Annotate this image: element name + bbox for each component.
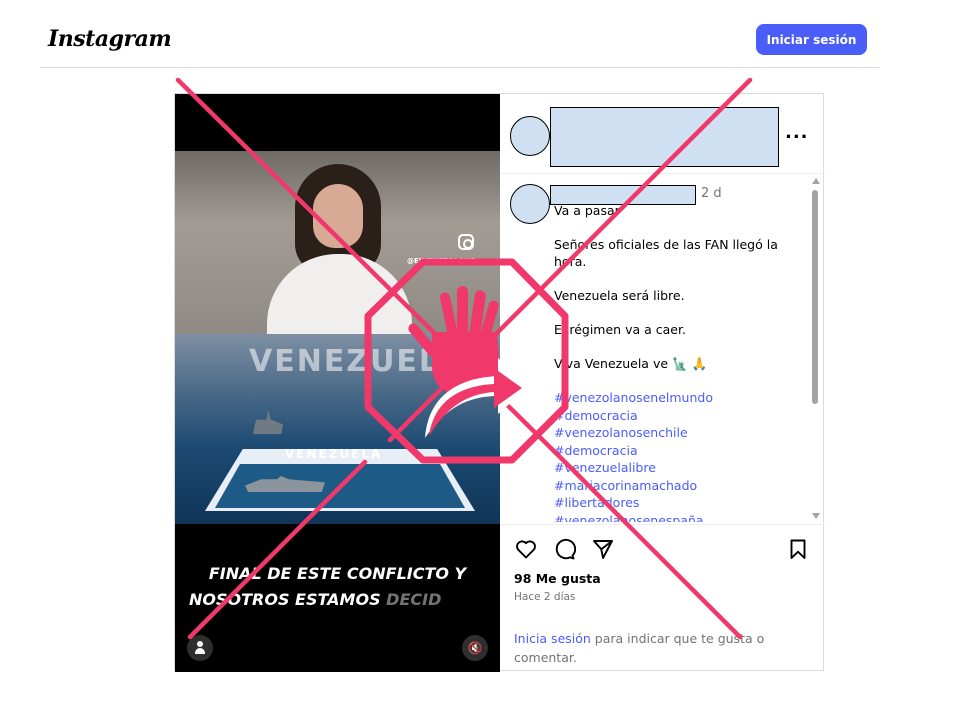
mute-icon[interactable]: 🔇 xyxy=(462,635,488,661)
caption-gap xyxy=(554,338,804,355)
instagram-icon xyxy=(458,234,474,250)
hashtag-link[interactable]: #venezuelalibre xyxy=(554,459,804,477)
hashtag-link[interactable]: #venezolanosenchile xyxy=(554,424,804,442)
hashtag-link[interactable]: #venezolanosenespaña xyxy=(554,512,804,523)
post-header: ... xyxy=(500,94,825,174)
hashtag-link[interactable]: #democracia xyxy=(554,407,804,425)
caption-line: Viva Venezuela ve 🗽 🙏 xyxy=(554,356,708,371)
user-icon[interactable] xyxy=(187,635,213,661)
hashtag-link[interactable]: #libertadores xyxy=(554,494,804,512)
post-caption: Va a pasar Señores oficiales de las FAN … xyxy=(554,202,804,522)
comment-time: 2 d xyxy=(701,186,722,201)
top-bar: Instagram Iniciar sesión xyxy=(40,0,880,68)
comment-avatar[interactable] xyxy=(510,184,550,224)
caption-gap xyxy=(554,219,804,236)
post-card: @ELVENEZOLANO VENEZUELA VENEZUELA FINAL … xyxy=(174,93,825,672)
hashtag-link[interactable]: #mariacorinamachado xyxy=(554,477,804,495)
hashtag-link[interactable]: #venezolanosenelmundo xyxy=(554,389,804,407)
video-caption-line2: NOSOTROS ESTAMOS DECID xyxy=(189,590,489,609)
map-board-title: VENEZUELA xyxy=(285,447,383,461)
caption-gap xyxy=(554,304,804,321)
caption-line: El régimen va a caer. xyxy=(554,322,686,337)
post-side-panel: ... 2 d Va a pasar Señores oficiales de … xyxy=(500,94,825,672)
login-link[interactable]: Inicia sesión xyxy=(514,631,591,646)
share-icon[interactable] xyxy=(591,537,615,561)
hashtag-link[interactable]: #democracia xyxy=(554,442,804,460)
video-sea-title: VENEZUELA xyxy=(249,344,466,379)
caption-line: Va a pasar xyxy=(554,203,620,218)
caption-gap xyxy=(554,372,804,389)
bookmark-icon[interactable] xyxy=(786,537,810,561)
caption-line: Venezuela será libre. xyxy=(554,288,685,303)
page: Instagram Iniciar sesión @ELVENEZOLANO V… xyxy=(0,0,960,720)
video-caption-line1: FINAL DE ESTE CONFLICTO Y xyxy=(208,564,467,583)
more-options-button[interactable]: ... xyxy=(785,122,809,143)
scroll-thumb[interactable] xyxy=(812,190,818,404)
like-count[interactable]: 98 Me gusta xyxy=(514,571,601,586)
post-actions: 98 Me gusta Hace 2 días Inicia sesión pa… xyxy=(500,524,825,672)
video-caption-line2-text: NOSOTROS ESTAMOS xyxy=(189,590,387,609)
scroll-up-arrow[interactable] xyxy=(812,178,820,184)
login-button[interactable]: Iniciar sesión xyxy=(756,24,867,55)
scroll-down-arrow[interactable] xyxy=(812,513,820,519)
video-caption-line2-faded: DECID xyxy=(386,590,442,609)
video-watermark: @ELVENEZOLANO xyxy=(407,257,476,265)
author-name-redacted xyxy=(550,107,779,167)
instagram-logo[interactable]: Instagram xyxy=(48,26,172,52)
post-date: Hace 2 días xyxy=(514,591,576,603)
caption-scrollbar[interactable] xyxy=(811,178,820,521)
heart-icon[interactable] xyxy=(514,537,538,561)
login-hint: Inicia sesión para indicar que te gusta … xyxy=(514,629,774,667)
caption-line: Señores oficiales de las FAN llegó la ho… xyxy=(554,237,778,269)
speaker-face xyxy=(313,184,363,248)
comment-icon[interactable] xyxy=(552,537,576,561)
caption-gap xyxy=(554,270,804,287)
hashtag-list: #venezolanosenelmundo #democracia #venez… xyxy=(554,389,804,522)
author-avatar[interactable] xyxy=(510,116,550,156)
post-video[interactable]: @ELVENEZOLANO VENEZUELA VENEZUELA FINAL … xyxy=(175,94,500,672)
